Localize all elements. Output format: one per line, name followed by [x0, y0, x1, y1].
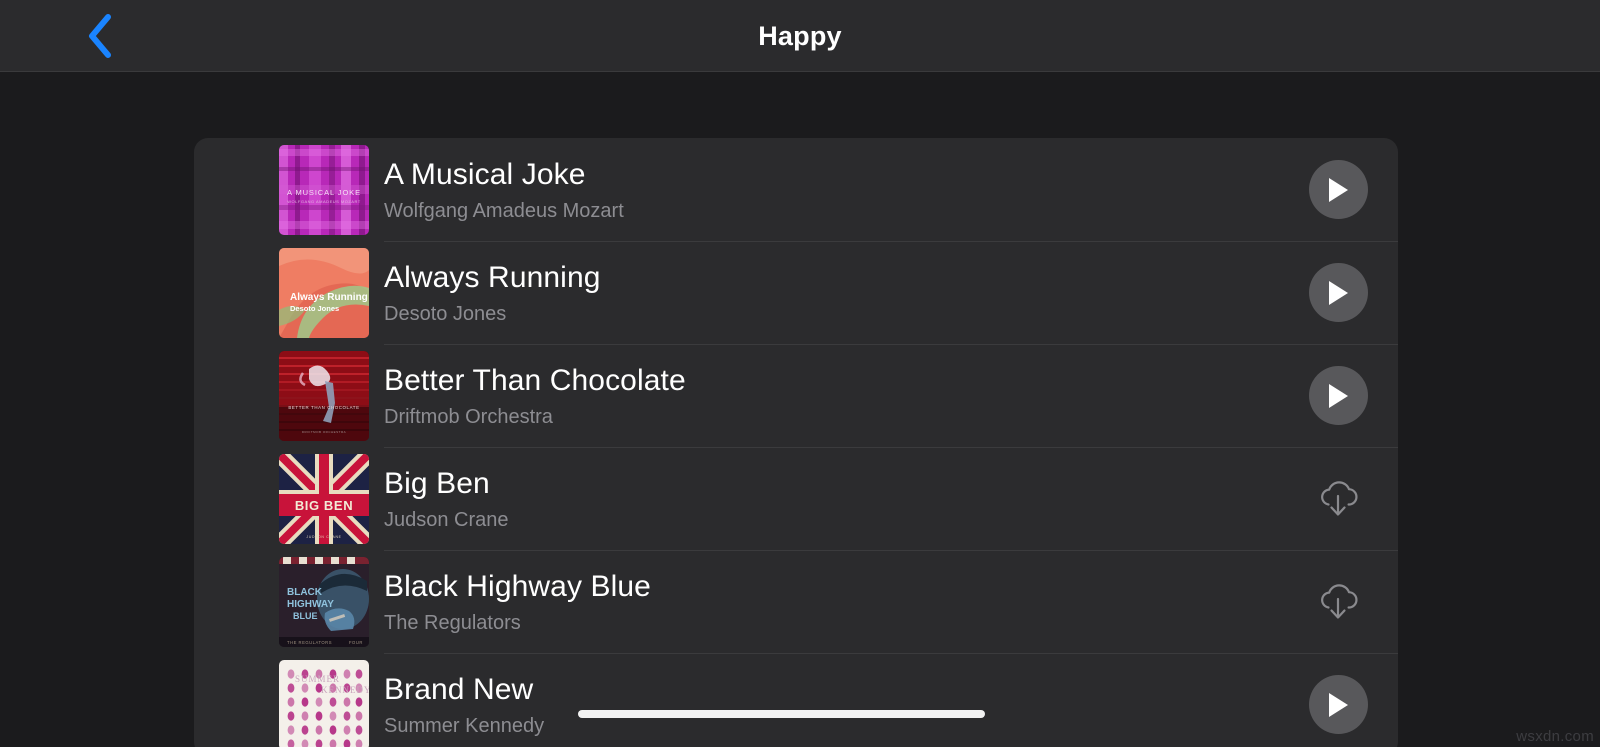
- svg-text:WOLFGANG AMADEUS MOZART: WOLFGANG AMADEUS MOZART: [287, 199, 360, 204]
- song-info: Better Than Chocolate Driftmob Orchestra: [384, 344, 1398, 447]
- album-artwork: SUMMER KENNEDY: [279, 659, 369, 747]
- song-info: Black Highway Blue The Regulators: [384, 550, 1398, 653]
- song-artist: The Regulators: [384, 612, 521, 634]
- song-row[interactable]: BIG BEN JUDSON CRANE Big Ben Judson Cran…: [194, 447, 1398, 550]
- song-title: Better Than Chocolate: [384, 364, 686, 397]
- svg-text:BLACK: BLACK: [287, 587, 323, 598]
- song-artist: Driftmob Orchestra: [384, 406, 553, 428]
- album-artwork: A MUSICAL JOKE WOLFGANG AMADEUS MOZART: [279, 144, 369, 235]
- song-list-scroll-area[interactable]: A MUSICAL JOKE WOLFGANG AMADEUS MOZART A…: [0, 72, 1600, 747]
- cloud-download-icon: [1315, 581, 1361, 623]
- navigation-bar: Happy: [0, 0, 1600, 72]
- song-row[interactable]: A MUSICAL JOKE WOLFGANG AMADEUS MOZART A…: [194, 138, 1398, 241]
- song-title: Always Running: [384, 261, 601, 294]
- play-icon: [1308, 263, 1368, 322]
- svg-text:BLUE: BLUE: [293, 611, 318, 621]
- play-icon: [1308, 160, 1368, 219]
- download-button[interactable]: [1306, 570, 1370, 634]
- song-row[interactable]: BETTER THAN CHOCOLATE DRIFTMOB ORCHESTRA…: [194, 344, 1398, 447]
- cloud-download-icon: [1315, 478, 1361, 520]
- svg-text:A MUSICAL JOKE: A MUSICAL JOKE: [287, 188, 361, 197]
- song-info: A Musical Joke Wolfgang Amadeus Mozart: [384, 138, 1292, 241]
- song-row[interactable]: SUMMER KENNEDY Brand New Summer Kennedy: [194, 653, 1398, 747]
- song-artist: Desoto Jones: [384, 303, 507, 325]
- home-indicator[interactable]: [578, 710, 985, 718]
- play-icon: [1308, 366, 1368, 425]
- play-button[interactable]: [1306, 673, 1370, 737]
- svg-text:FOUR: FOUR: [349, 640, 363, 645]
- song-info: Brand New Summer Kennedy: [384, 653, 1398, 747]
- album-artwork: BLACK HIGHWAY BLUE THE REGULATORS FOUR: [279, 556, 369, 647]
- song-info: Always Running Desoto Jones: [384, 241, 1398, 344]
- song-info: Big Ben Judson Crane: [384, 447, 1398, 550]
- album-artwork: BETTER THAN CHOCOLATE DRIFTMOB ORCHESTRA: [279, 350, 369, 441]
- svg-text:HIGHWAY: HIGHWAY: [287, 599, 334, 610]
- svg-text:Desoto Jones: Desoto Jones: [290, 304, 339, 313]
- song-row[interactable]: BLACK HIGHWAY BLUE THE REGULATORS FOUR B…: [194, 550, 1398, 653]
- play-button[interactable]: [1306, 261, 1370, 325]
- song-list-card: A MUSICAL JOKE WOLFGANG AMADEUS MOZART A…: [194, 138, 1398, 747]
- song-artist: Wolfgang Amadeus Mozart: [384, 200, 624, 222]
- svg-text:DRIFTMOB ORCHESTRA: DRIFTMOB ORCHESTRA: [302, 430, 346, 434]
- svg-text:BIG BEN: BIG BEN: [295, 498, 353, 513]
- album-artwork: Always Running Desoto Jones: [279, 247, 369, 338]
- song-title: Big Ben: [384, 467, 490, 500]
- play-button[interactable]: [1306, 158, 1370, 222]
- album-artwork: BIG BEN JUDSON CRANE: [279, 453, 369, 544]
- svg-text:JUDSON CRANE: JUDSON CRANE: [306, 535, 341, 539]
- song-title: Brand New: [384, 673, 534, 706]
- svg-text:SUMMER: SUMMER: [295, 674, 340, 684]
- svg-text:BETTER THAN CHOCOLATE: BETTER THAN CHOCOLATE: [288, 405, 359, 410]
- page-title: Happy: [758, 21, 842, 51]
- song-title: A Musical Joke: [384, 158, 586, 191]
- download-button[interactable]: [1306, 467, 1370, 531]
- watermark: wsxdn.com: [1516, 728, 1594, 745]
- play-button[interactable]: [1306, 364, 1370, 428]
- song-row[interactable]: Always Running Desoto Jones Always Runni…: [194, 241, 1398, 344]
- song-title: Black Highway Blue: [384, 570, 651, 603]
- song-artist: Judson Crane: [384, 509, 509, 531]
- play-icon: [1308, 675, 1368, 734]
- svg-text:THE REGULATORS: THE REGULATORS: [287, 640, 332, 645]
- svg-text:Always Running: Always Running: [290, 292, 368, 303]
- svg-text:KENNEDY: KENNEDY: [321, 685, 369, 695]
